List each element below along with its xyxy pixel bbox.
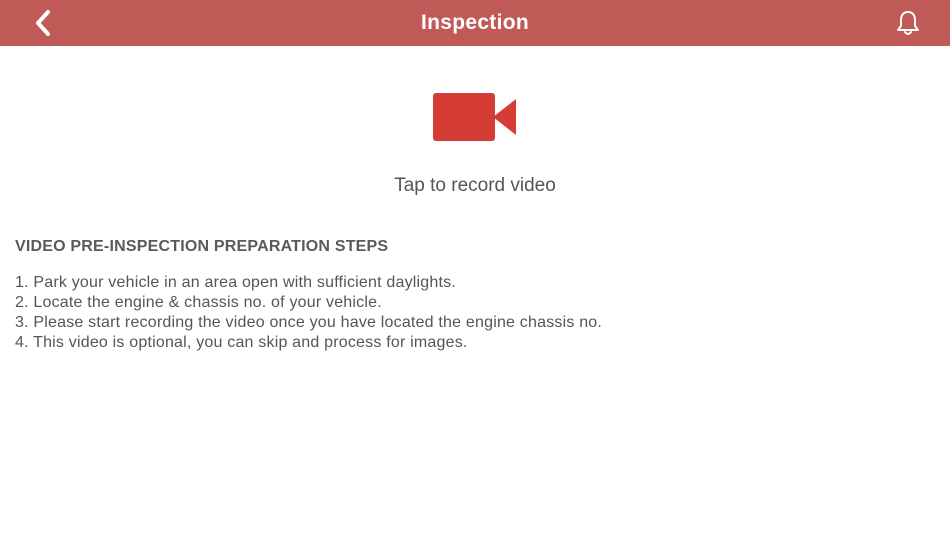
chevron-left-icon	[36, 10, 50, 36]
back-button[interactable]	[26, 7, 60, 39]
steps-heading: VIDEO PRE-INSPECTION PREPARATION STEPS	[15, 238, 389, 255]
step-item: 2. Locate the engine & chassis no. of yo…	[15, 294, 382, 311]
step-item: 3. Please start recording the video once…	[15, 314, 603, 331]
step-item: 1. Park your vehicle in an area open wit…	[15, 274, 456, 291]
record-video-label: Tap to record video	[394, 175, 556, 196]
video-camera-icon	[433, 93, 516, 141]
bell-icon	[897, 11, 919, 35]
page-title: Inspection	[420, 11, 529, 34]
record-video-button[interactable]: Tap to record video	[0, 80, 950, 210]
app-header: Inspection	[0, 0, 950, 46]
step-item: 4. This video is optional, you can skip …	[15, 334, 468, 351]
steps-list: 1. Park your vehicle in an area open wit…	[15, 273, 602, 353]
notification-button[interactable]	[892, 7, 924, 39]
